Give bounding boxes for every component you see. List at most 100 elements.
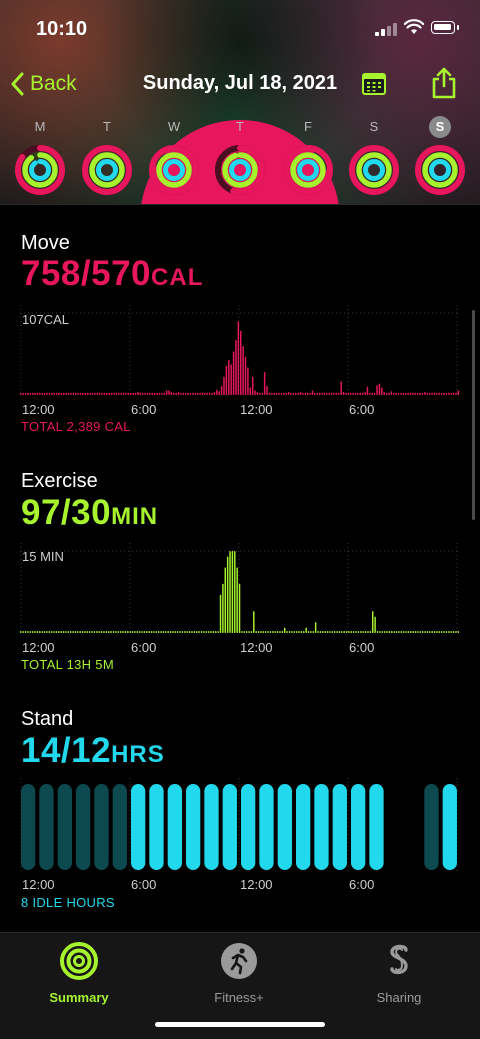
move-bar	[91, 392, 94, 395]
stand-hour-bar	[167, 784, 182, 870]
share-icon[interactable]	[430, 66, 458, 100]
exercise-bar	[103, 631, 105, 633]
move-bar	[412, 392, 414, 395]
move-bar	[27, 392, 29, 395]
move-bar	[225, 365, 228, 395]
exercise-bar	[322, 631, 324, 633]
move-bar	[127, 392, 130, 395]
exercise-bar	[162, 631, 165, 633]
exercise-bar	[379, 631, 381, 633]
exercise-bar	[184, 631, 186, 633]
exercise-bar	[360, 631, 362, 633]
tab-summary[interactable]: Summary	[19, 941, 139, 1005]
move-bar	[326, 392, 328, 395]
day-1[interactable]: M	[12, 116, 68, 196]
stand-x-tick-1: 12:00	[22, 877, 55, 892]
exercise-bar	[424, 631, 426, 633]
activity-rings-icon	[349, 145, 399, 195]
day-6[interactable]: S	[346, 116, 402, 196]
move-bar	[20, 392, 22, 395]
exercise-bar	[443, 631, 445, 633]
exercise-bar	[155, 631, 158, 633]
navigation-bar: Back Sunday, Jul 18, 2021	[0, 62, 480, 106]
day-letter: W	[167, 119, 181, 134]
exercise-x-tick-1: 12:00	[22, 640, 55, 655]
exercise-bar	[112, 631, 115, 633]
day-5[interactable]: F	[280, 116, 336, 196]
move-bar	[170, 391, 173, 395]
cellular-signal-icon	[375, 22, 397, 36]
day-7[interactable]: S	[412, 116, 468, 196]
exercise-bar	[400, 631, 403, 633]
move-bar	[357, 392, 359, 395]
move-bar	[199, 392, 201, 395]
exercise-bar	[160, 631, 162, 633]
exercise-bar	[36, 631, 39, 633]
exercise-bar	[169, 631, 172, 633]
move-bar	[115, 392, 118, 395]
stand-hour-bar	[314, 784, 329, 870]
move-bar	[338, 392, 340, 395]
day-4[interactable]: T	[212, 116, 268, 196]
exercise-bar	[241, 631, 243, 633]
move-bar	[98, 392, 101, 395]
move-x-tick-1: 12:00	[22, 402, 55, 417]
move-bar	[251, 376, 254, 395]
move-bar	[347, 392, 350, 395]
move-bar	[402, 392, 405, 395]
move-bar	[75, 392, 77, 395]
exercise-bar	[338, 631, 341, 633]
move-bar	[94, 392, 96, 395]
home-indicator	[155, 1022, 325, 1027]
day-3[interactable]: W	[146, 116, 202, 196]
move-bar	[161, 392, 163, 395]
day-2[interactable]: T	[79, 116, 135, 196]
move-bar	[232, 351, 235, 395]
move-bar	[287, 391, 290, 395]
tab-sharing[interactable]: Sharing	[339, 941, 459, 1005]
move-bar	[335, 392, 338, 395]
exercise-bar	[86, 631, 89, 633]
move-x-tick-2: 6:00	[131, 402, 157, 417]
exercise-bar	[303, 631, 305, 633]
scrollbar[interactable]	[472, 310, 475, 520]
calendar-icon[interactable]	[360, 70, 388, 98]
exercise-bar	[146, 631, 148, 633]
stand-hour-bar	[277, 784, 292, 870]
move-bar	[426, 392, 428, 395]
exercise-bar	[46, 631, 48, 633]
exercise-bar	[293, 631, 295, 633]
tab-sharing-label: Sharing	[376, 990, 422, 1005]
exercise-bar	[264, 631, 267, 633]
move-bar	[354, 392, 357, 395]
move-bar	[261, 392, 263, 395]
exercise-bar	[326, 631, 329, 633]
exercise-bar	[436, 631, 438, 633]
exercise-bar	[448, 631, 450, 633]
exercise-bar	[281, 631, 284, 633]
stand-hour-bar	[332, 784, 347, 870]
exercise-bar	[98, 631, 100, 633]
exercise-bar	[81, 631, 84, 633]
move-bar	[381, 387, 383, 395]
move-bar	[65, 392, 67, 395]
day-letter: S	[429, 116, 451, 138]
move-bar	[302, 392, 304, 395]
move-bar	[369, 392, 371, 395]
move-bar	[60, 392, 63, 395]
move-value-unit: CAL	[151, 264, 204, 291]
exercise-bar	[22, 631, 24, 633]
idle-hour-bar	[94, 784, 109, 870]
move-bar	[189, 392, 192, 395]
tab-fitness-plus[interactable]: Fitness+	[179, 941, 299, 1005]
day-letter: S	[369, 119, 379, 134]
move-bar	[443, 392, 445, 395]
status-bar: 10:10	[0, 0, 480, 60]
exercise-bar	[307, 631, 310, 633]
exercise-bar	[445, 631, 448, 633]
stand-hour-bar	[351, 784, 366, 870]
exercise-bar	[138, 631, 141, 633]
move-bar	[242, 345, 244, 395]
exercise-bar	[250, 631, 253, 633]
move-bar	[254, 390, 256, 395]
